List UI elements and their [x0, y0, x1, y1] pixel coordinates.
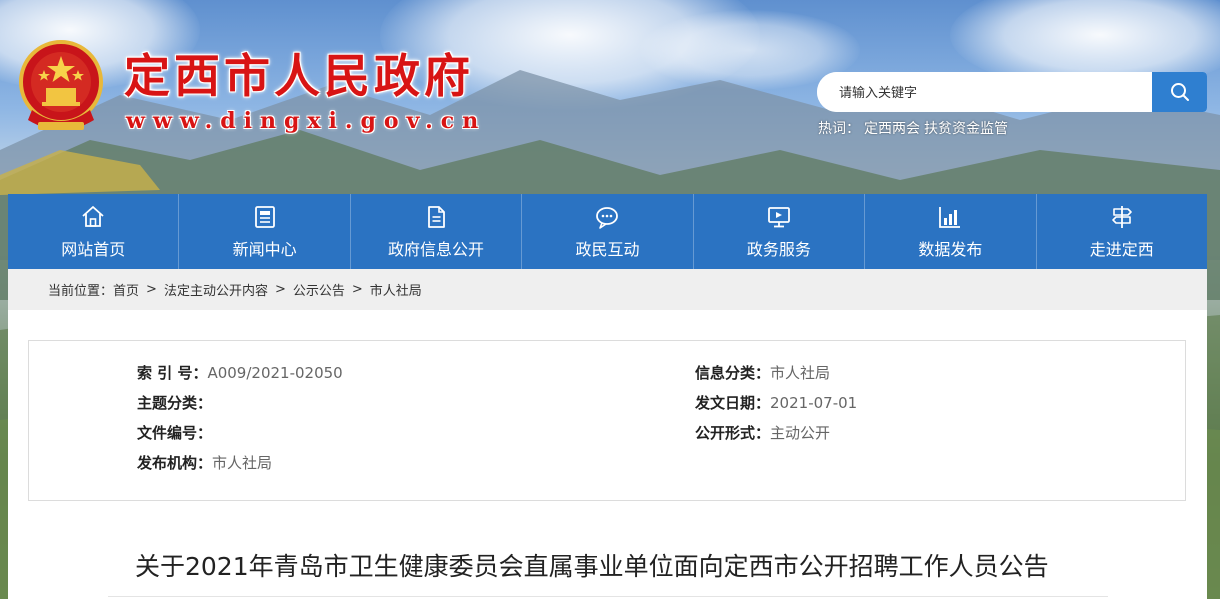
nav-item-about[interactable]: 走进定西: [1037, 194, 1207, 269]
meta-value: 市人社局: [212, 454, 273, 472]
meta-issuer: 发布机构：市人社局: [137, 452, 272, 473]
meta-label: 发布机构：: [137, 454, 213, 472]
meta-category: 信息分类：市人社局: [695, 362, 830, 383]
meta-value: 主动公开: [770, 424, 831, 442]
breadcrumb-link[interactable]: 法定主动公开内容: [164, 280, 268, 299]
hot-word-link[interactable]: 扶贫资金监管: [924, 121, 1008, 137]
meta-value: A009/2021-02050: [207, 364, 343, 382]
breadcrumb: 当前位置： 首页 > 法定主动公开内容 > 公示公告 > 市人社局: [8, 269, 1207, 310]
meta-label: 主题分类：: [137, 394, 213, 412]
meta-index: 索 引 号：A009/2021-02050: [137, 362, 343, 383]
nav-item-home[interactable]: 网站首页: [8, 194, 180, 269]
hot-word-link[interactable]: 定西两会: [864, 121, 920, 137]
site-header: 定西市人民政府 www.dingxi.gov.cn 热词：定西两会扶贫资金监管: [0, 0, 1220, 194]
nav-item-data[interactable]: 数据发布: [865, 194, 1037, 269]
search-input[interactable]: [817, 72, 1153, 112]
home-icon: [82, 205, 104, 227]
chat-icon: [596, 206, 619, 229]
nav-item-label: 数据发布: [918, 239, 983, 259]
meta-date: 发文日期：2021-07-01: [695, 392, 857, 413]
meta-value: 2021-07-01: [770, 394, 858, 412]
search-button[interactable]: [1152, 72, 1207, 112]
meta-form: 公开形式：主动公开: [695, 422, 830, 443]
breadcrumb-link[interactable]: 市人社局: [370, 280, 422, 299]
nav-item-label: 政民互动: [575, 239, 640, 259]
hot-words-label: 热词：: [818, 121, 860, 137]
breadcrumb-separator: >: [146, 282, 157, 297]
meta-value: 市人社局: [770, 364, 831, 382]
chart-icon: [939, 206, 961, 228]
nav-item-news[interactable]: 新闻中心: [179, 194, 351, 269]
search-icon: [1170, 83, 1189, 101]
nav-item-label: 政务服务: [746, 239, 811, 259]
nav-item-gov-info[interactable]: 政府信息公开: [351, 194, 523, 269]
breadcrumb-separator: >: [274, 282, 286, 297]
breadcrumb-prefix: 当前位置：: [48, 284, 114, 299]
nav-item-label: 新闻中心: [232, 239, 297, 259]
main-nav: 网站首页 新闻中心 政府信息公开 政民互动 政务服务 数据发布 走进定西: [8, 194, 1207, 269]
breadcrumb-separator: >: [351, 282, 363, 297]
meta-docno: 文件编号：: [137, 422, 212, 443]
nav-item-label: 政府信息公开: [388, 239, 485, 259]
meta-label: 公开形式：: [695, 424, 771, 442]
meta-label: 索 引 号：: [137, 364, 208, 382]
nav-item-label: 网站首页: [61, 239, 126, 259]
document-icon: [428, 205, 445, 228]
breadcrumb-link[interactable]: 公示公告: [293, 280, 345, 299]
hot-words: 热词： 定西两会 扶贫资金监管: [818, 118, 1012, 138]
title-divider: [108, 596, 1108, 597]
search-box: [817, 72, 1207, 112]
document-title: 关于2021年青岛市卫生健康委员会直属事业单位面向定西市公开招聘工作人员公告: [135, 552, 1049, 581]
news-icon: [254, 205, 275, 228]
meta-label: 信息分类：: [695, 364, 771, 382]
nav-item-label: 走进定西: [1089, 239, 1154, 259]
nav-item-interaction[interactable]: 政民互动: [522, 194, 694, 269]
nav-item-services[interactable]: 政务服务: [694, 194, 866, 269]
meta-label: 文件编号：: [137, 424, 213, 442]
breadcrumb-link[interactable]: 首页: [113, 280, 139, 299]
meta-topic: 主题分类：: [137, 392, 212, 413]
national-emblem-icon: [19, 40, 103, 130]
meta-label: 发文日期：: [695, 394, 771, 412]
site-title[interactable]: 定西市人民政府: [124, 40, 474, 106]
monitor-icon: [767, 206, 790, 227]
signpost-icon: [1111, 205, 1132, 228]
document-meta-table: 索 引 号：A009/2021-02050 信息分类：市人社局 主题分类： 发文…: [28, 340, 1186, 501]
site-url: www.dingxi.gov.cn: [126, 108, 487, 134]
content-panel: 当前位置： 首页 > 法定主动公开内容 > 公示公告 > 市人社局 索 引 号：…: [8, 269, 1207, 599]
